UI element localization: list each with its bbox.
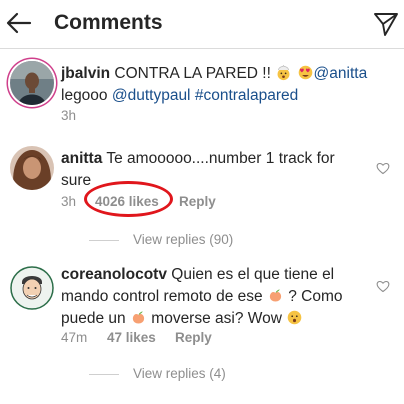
comment-body-line1: Quien es el que tiene el bbox=[171, 266, 335, 283]
view-replies-label[interactable]: View replies (90) bbox=[133, 232, 233, 247]
caption-username[interactable]: jbalvin bbox=[61, 65, 110, 82]
comment-body-line2: sure bbox=[61, 172, 92, 189]
red-highlight-circle bbox=[84, 181, 173, 217]
comment-body-line2a: mando control remoto de ese bbox=[61, 288, 263, 305]
comments-header: Comments bbox=[0, 0, 404, 49]
replies-divider bbox=[89, 239, 119, 241]
replies-divider bbox=[89, 373, 119, 375]
hushed-face-emoji bbox=[287, 310, 302, 325]
reply-button[interactable]: Reply bbox=[179, 194, 216, 209]
likes-count[interactable]: 47 likes bbox=[107, 330, 156, 345]
page-title: Comments bbox=[54, 11, 163, 34]
heart-eyes-emoji bbox=[298, 65, 312, 80]
caption-text: jbalvin CONTRA LA PARED !! @anitta legoo… bbox=[61, 63, 401, 107]
exploding-head-emoji bbox=[277, 64, 290, 81]
caption-time: 3h bbox=[61, 108, 77, 123]
back-arrow-icon[interactable] bbox=[6, 10, 32, 36]
avatar-anitta[interactable] bbox=[10, 146, 54, 190]
avatar-coreanolocotv[interactable] bbox=[10, 266, 54, 310]
comment-body-line3b: moverse asi? Wow bbox=[151, 310, 282, 327]
view-replies-coreanolocotv[interactable]: View replies (4) bbox=[89, 366, 226, 381]
like-heart-icon[interactable] bbox=[376, 279, 390, 293]
comment-body-line2b: ? Como bbox=[288, 288, 343, 305]
view-replies-label[interactable]: View replies (4) bbox=[133, 366, 226, 381]
avatar-jbalvin[interactable] bbox=[10, 61, 54, 105]
comment-username[interactable]: anitta bbox=[61, 150, 102, 167]
like-heart-icon[interactable] bbox=[376, 161, 390, 175]
comment-time: 47m bbox=[61, 330, 88, 345]
caption-line1: CONTRA LA PARED !! bbox=[114, 65, 271, 82]
comment-body-line3a: puede un bbox=[61, 310, 126, 327]
caption-line2: legooo bbox=[61, 87, 108, 104]
comment-username[interactable]: coreanolocotv bbox=[61, 266, 167, 283]
comment-time: 3h bbox=[61, 194, 77, 209]
peach-emoji bbox=[269, 289, 282, 302]
mention-duttypaul[interactable]: @duttypaul bbox=[112, 87, 191, 104]
mention-anitta[interactable]: @anitta bbox=[314, 65, 368, 82]
hashtag-contralapared[interactable]: #contralapared bbox=[195, 87, 298, 104]
comment-body-line1: Te amooooo....number 1 track for bbox=[106, 150, 335, 167]
peach-emoji bbox=[132, 311, 145, 324]
view-replies-anitta[interactable]: View replies (90) bbox=[89, 232, 233, 247]
comment-coreanolocotv-text: coreanolocotv Quien es el que tiene el m… bbox=[61, 264, 366, 330]
reply-button[interactable]: Reply bbox=[175, 330, 212, 345]
direct-send-icon[interactable] bbox=[373, 11, 399, 37]
